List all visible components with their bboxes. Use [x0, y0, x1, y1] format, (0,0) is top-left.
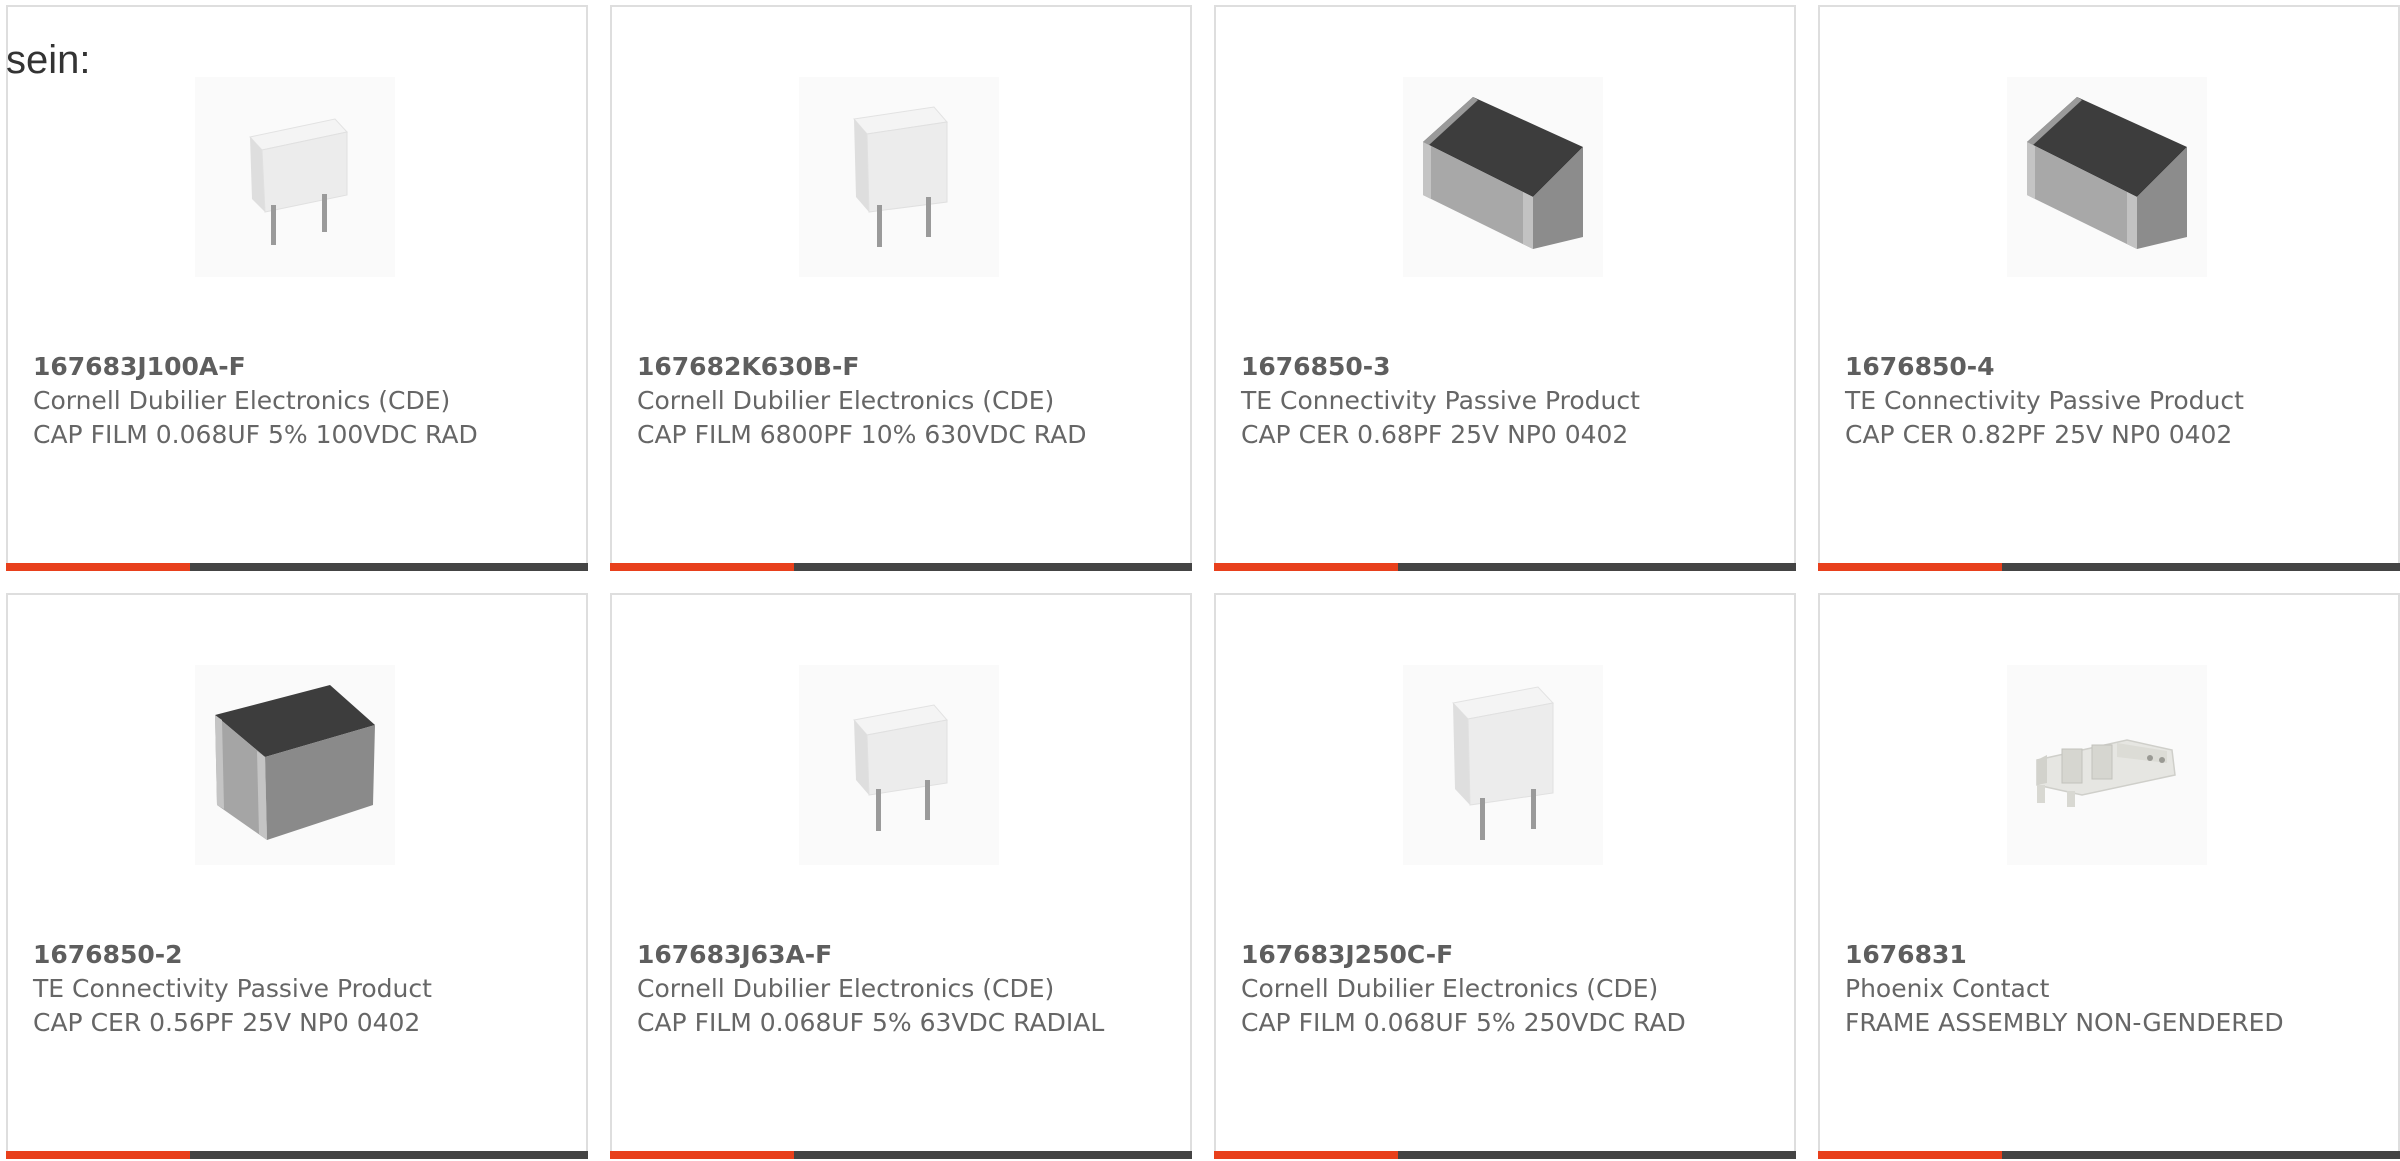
- product-card[interactable]: 1676850-4 TE Connectivity Passive Produc…: [1818, 5, 2400, 571]
- manufacturer-name: Phoenix Contact: [1845, 974, 2050, 1003]
- chip-capacitor-icon: [195, 665, 395, 865]
- product-grid: 167683J100A-F Cornell Dubilier Electroni…: [6, 5, 2400, 1159]
- part-number-link[interactable]: 167683J250C-F: [1241, 938, 1721, 972]
- card-accent-bar: [610, 563, 794, 571]
- part-number-link[interactable]: 1676850-3: [1241, 350, 1721, 384]
- product-image[interactable]: [195, 77, 395, 277]
- product-info: 1676850-4 TE Connectivity Passive Produc…: [1845, 350, 2325, 452]
- product-card[interactable]: 1676850-2 TE Connectivity Passive Produc…: [6, 593, 588, 1159]
- product-description: CAP CER 0.56PF 25V NP0 0402: [33, 1008, 421, 1037]
- film-capacitor-icon: [799, 665, 999, 865]
- part-number-link[interactable]: 1676850-4: [1845, 350, 2325, 384]
- product-image[interactable]: [1403, 665, 1603, 865]
- product-description: FRAME ASSEMBLY NON-GENDERED: [1845, 1008, 2284, 1037]
- product-info: 167683J250C-F Cornell Dubilier Electroni…: [1241, 938, 1721, 1040]
- part-number-link[interactable]: 1676850-2: [33, 938, 513, 972]
- card-footer-bar: [1214, 1151, 1796, 1159]
- product-info: 1676850-3 TE Connectivity Passive Produc…: [1241, 350, 1721, 452]
- card-footer-bar: [1818, 563, 2400, 571]
- product-description: CAP CER 0.68PF 25V NP0 0402: [1241, 420, 1629, 449]
- card-footer-bar: [6, 563, 588, 571]
- card-footer-bar: [610, 1151, 1192, 1159]
- product-description: CAP FILM 6800PF 10% 630VDC RAD: [637, 420, 1087, 449]
- card-accent-bar: [6, 563, 190, 571]
- product-image[interactable]: [799, 665, 999, 865]
- card-accent-bar: [610, 1151, 794, 1159]
- product-card[interactable]: 1676831 Phoenix Contact FRAME ASSEMBLY N…: [1818, 593, 2400, 1159]
- manufacturer-name: TE Connectivity Passive Product: [33, 974, 432, 1003]
- film-capacitor-icon: [195, 77, 395, 277]
- card-footer-bar: [1818, 1151, 2400, 1159]
- product-info: 1676850-2 TE Connectivity Passive Produc…: [33, 938, 513, 1040]
- product-card[interactable]: 1676850-3 TE Connectivity Passive Produc…: [1214, 5, 1796, 571]
- manufacturer-name: TE Connectivity Passive Product: [1845, 386, 2244, 415]
- product-image[interactable]: [799, 77, 999, 277]
- part-number-link[interactable]: 1676831: [1845, 938, 2325, 972]
- frame-assembly-icon: [2007, 665, 2207, 865]
- manufacturer-name: Cornell Dubilier Electronics (CDE): [33, 386, 451, 415]
- card-footer-bar: [610, 563, 1192, 571]
- card-footer-bar: [6, 1151, 588, 1159]
- product-image[interactable]: [1403, 77, 1603, 277]
- product-image[interactable]: [2007, 77, 2207, 277]
- part-number-link[interactable]: 167682K630B-F: [637, 350, 1117, 384]
- product-card[interactable]: 167683J250C-F Cornell Dubilier Electroni…: [1214, 593, 1796, 1159]
- film-capacitor-icon: [1403, 665, 1603, 865]
- product-card[interactable]: 167683J100A-F Cornell Dubilier Electroni…: [6, 5, 588, 571]
- manufacturer-name: TE Connectivity Passive Product: [1241, 386, 1640, 415]
- card-accent-bar: [1214, 563, 1398, 571]
- chip-capacitor-icon: [1403, 77, 1603, 277]
- manufacturer-name: Cornell Dubilier Electronics (CDE): [637, 386, 1055, 415]
- product-description: CAP FILM 0.068UF 5% 100VDC RAD: [33, 420, 478, 449]
- part-number-link[interactable]: 167683J100A-F: [33, 350, 513, 384]
- card-accent-bar: [1818, 1151, 2002, 1159]
- product-info: 167682K630B-F Cornell Dubilier Electroni…: [637, 350, 1117, 452]
- product-description: CAP CER 0.82PF 25V NP0 0402: [1845, 420, 2233, 449]
- manufacturer-name: Cornell Dubilier Electronics (CDE): [1241, 974, 1659, 1003]
- card-accent-bar: [1818, 563, 2002, 571]
- product-image[interactable]: [195, 665, 395, 865]
- intro-text: sein:: [6, 38, 91, 82]
- card-accent-bar: [6, 1151, 190, 1159]
- product-info: 167683J63A-F Cornell Dubilier Electronic…: [637, 938, 1117, 1040]
- card-footer-bar: [1214, 563, 1796, 571]
- chip-capacitor-icon: [2007, 77, 2207, 277]
- product-info: 1676831 Phoenix Contact FRAME ASSEMBLY N…: [1845, 938, 2325, 1040]
- card-accent-bar: [1214, 1151, 1398, 1159]
- part-number-link[interactable]: 167683J63A-F: [637, 938, 1117, 972]
- product-grid-page: sein: 167683J100A-F Cornell Dubilier Ele…: [0, 0, 2400, 1161]
- film-capacitor-icon: [799, 77, 999, 277]
- manufacturer-name: Cornell Dubilier Electronics (CDE): [637, 974, 1055, 1003]
- product-image[interactable]: [2007, 665, 2207, 865]
- product-info: 167683J100A-F Cornell Dubilier Electroni…: [33, 350, 513, 452]
- product-description: CAP FILM 0.068UF 5% 63VDC RADIAL: [637, 1008, 1105, 1037]
- product-card[interactable]: 167683J63A-F Cornell Dubilier Electronic…: [610, 593, 1192, 1159]
- product-card[interactable]: 167682K630B-F Cornell Dubilier Electroni…: [610, 5, 1192, 571]
- product-description: CAP FILM 0.068UF 5% 250VDC RAD: [1241, 1008, 1686, 1037]
